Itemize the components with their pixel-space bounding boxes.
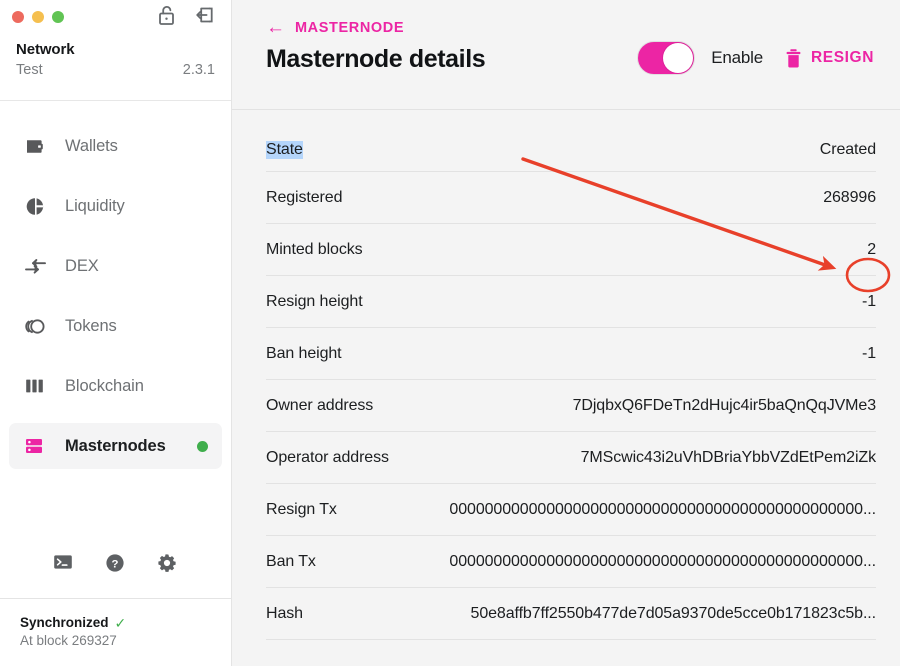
- sidebar-item-liquidity[interactable]: Liquidity: [9, 183, 222, 229]
- detail-label: Resign height: [266, 293, 363, 311]
- logout-icon[interactable]: [193, 4, 215, 28]
- trash-icon: [785, 48, 802, 69]
- masternodes-server-icon: [23, 434, 47, 458]
- svg-text:?: ?: [111, 558, 118, 570]
- detail-row-operator-address: Operator address 7MScwic43i2uVhDBriaYbbV…: [266, 432, 876, 484]
- sidebar-item-label: Tokens: [65, 317, 117, 336]
- detail-row-minted-blocks: Minted blocks 2: [266, 224, 876, 276]
- back-to-masternode-link[interactable]: ← MASTERNODE: [266, 18, 404, 37]
- sync-status-block: At block 269327: [20, 633, 211, 648]
- sidebar-item-wallets[interactable]: Wallets: [9, 123, 222, 169]
- resign-button[interactable]: RESIGN: [785, 48, 874, 69]
- sidebar-item-label: Masternodes: [65, 437, 166, 456]
- detail-value: -1: [862, 293, 876, 311]
- detail-row-registered: Registered 268996: [266, 172, 876, 224]
- sync-status-title: Synchronized ✓: [20, 615, 211, 630]
- detail-label: Ban Tx: [266, 553, 316, 571]
- app-version: 2.3.1: [183, 62, 215, 78]
- detail-value: 7MScwic43i2uVhDBriaYbbVZdEtPem2iZk: [581, 449, 876, 467]
- detail-value: Created: [820, 141, 876, 159]
- masternode-detail-list: State Created Registered 268996 Minted b…: [232, 110, 900, 666]
- titlebar-icons: [157, 4, 215, 28]
- traffic-lights: [12, 11, 64, 23]
- sidebar-item-label: Blockchain: [65, 377, 144, 396]
- detail-row-resign-tx: Resign Tx 000000000000000000000000000000…: [266, 484, 876, 536]
- sidebar-item-label: DEX: [65, 257, 99, 276]
- console-icon[interactable]: [52, 552, 76, 576]
- resign-button-label: RESIGN: [811, 49, 874, 67]
- network-info: Network Test 2.3.1: [0, 34, 231, 78]
- toggle-knob: [663, 43, 693, 73]
- main-content: ← MASTERNODE Masternode details Enable: [232, 0, 900, 666]
- liquidity-pie-icon: [23, 194, 47, 218]
- check-icon: ✓: [115, 616, 127, 630]
- back-link-label: MASTERNODE: [295, 20, 404, 36]
- sync-status: Synchronized ✓ At block 269327: [0, 598, 231, 666]
- sync-status-text: Synchronized: [20, 615, 109, 630]
- settings-gear-icon[interactable]: [156, 552, 180, 576]
- sidebar-item-blockchain[interactable]: Blockchain: [9, 363, 222, 409]
- detail-row-resign-height: Resign height -1: [266, 276, 876, 328]
- zoom-window-button[interactable]: [52, 11, 64, 23]
- enable-toggle[interactable]: [637, 41, 695, 75]
- app-window: Network Test 2.3.1 Wallets: [0, 0, 900, 666]
- wallet-icon: [23, 134, 47, 158]
- sidebar-item-dex[interactable]: DEX: [9, 243, 222, 289]
- detail-row-owner-address: Owner address 7DjqbxQ6FDeTn2dHujc4ir5baQ…: [266, 380, 876, 432]
- arrow-left-icon: ←: [266, 18, 285, 37]
- header-actions: Enable RESIGN: [637, 41, 874, 75]
- unlock-icon[interactable]: [157, 4, 179, 28]
- dex-arrows-icon: [23, 254, 47, 278]
- detail-value: -1: [862, 345, 876, 363]
- detail-value: 7DjqbxQ6FDeTn2dHujc4ir5baQnQqJVMe3: [573, 397, 876, 415]
- detail-row-hash: Hash 50e8affb7ff2550b477de7d05a9370de5cc…: [266, 588, 876, 640]
- detail-label: Resign Tx: [266, 501, 337, 519]
- detail-value: 268996: [823, 189, 876, 207]
- detail-label: State: [266, 141, 303, 159]
- sidebar-item-label: Wallets: [65, 137, 118, 156]
- close-window-button[interactable]: [12, 11, 24, 23]
- detail-label: Ban height: [266, 345, 342, 363]
- detail-value: 0000000000000000000000000000000000000000…: [449, 553, 876, 571]
- status-dot-online: [197, 441, 208, 452]
- help-icon[interactable]: ?: [104, 552, 128, 576]
- detail-row-state: State Created: [266, 110, 876, 172]
- sidebar: Network Test 2.3.1 Wallets: [0, 0, 232, 666]
- sidebar-tools: ?: [0, 546, 231, 598]
- network-label: Network: [16, 40, 215, 60]
- sidebar-nav: Wallets Liquidity: [0, 101, 231, 546]
- detail-value: 0000000000000000000000000000000000000000…: [449, 501, 876, 519]
- detail-row-ban-tx: Ban Tx 000000000000000000000000000000000…: [266, 536, 876, 588]
- window-titlebar: [0, 0, 231, 34]
- network-type: Test: [16, 62, 43, 78]
- detail-label: Minted blocks: [266, 241, 363, 259]
- enable-toggle-label: Enable: [711, 48, 763, 68]
- detail-label: Registered: [266, 189, 342, 207]
- sidebar-item-tokens[interactable]: Tokens: [9, 303, 222, 349]
- detail-label: Operator address: [266, 449, 389, 467]
- detail-value: 2: [867, 241, 876, 259]
- tokens-coins-icon: [23, 314, 47, 338]
- detail-label: Hash: [266, 605, 303, 623]
- blockchain-bars-icon: [23, 374, 47, 398]
- detail-row-ban-height: Ban height -1: [266, 328, 876, 380]
- detail-label: Owner address: [266, 397, 373, 415]
- page-header: ← MASTERNODE Masternode details Enable: [232, 0, 900, 110]
- minimize-window-button[interactable]: [32, 11, 44, 23]
- sidebar-item-label: Liquidity: [65, 197, 125, 216]
- sidebar-item-masternodes[interactable]: Masternodes: [9, 423, 222, 469]
- detail-value: 50e8affb7ff2550b477de7d05a9370de5cce0b17…: [471, 605, 876, 623]
